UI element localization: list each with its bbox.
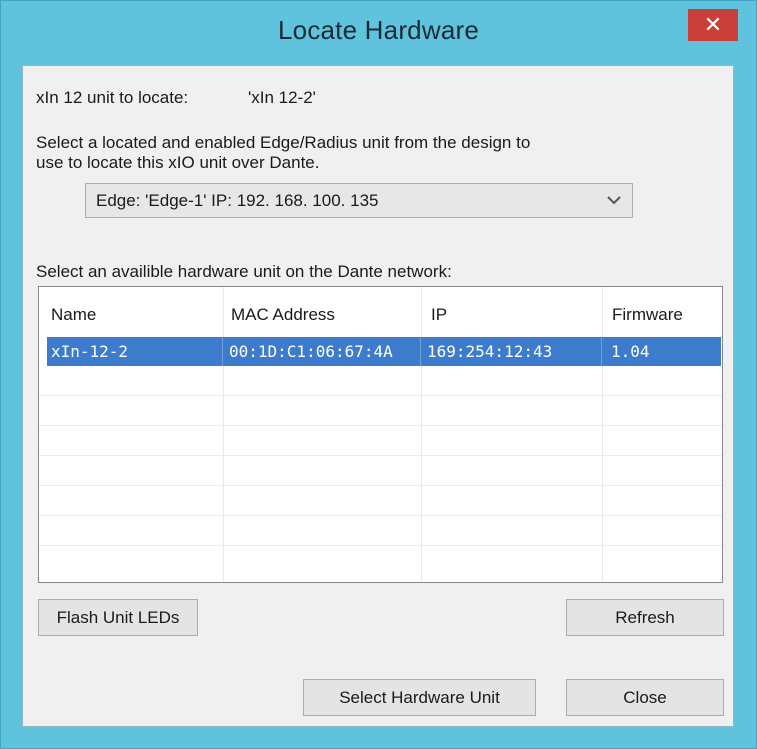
cell-divider: [420, 337, 421, 366]
row-divider: [39, 485, 722, 486]
instruction-line-2: use to locate this xIO unit over Dante.: [36, 153, 320, 172]
column-header-name[interactable]: Name: [51, 305, 96, 325]
cell-firmware: 1.04: [611, 342, 650, 361]
unit-to-locate-value: 'xIn 12-2': [248, 88, 316, 107]
hardware-list-label: Select an availible hardware unit on the…: [36, 262, 452, 281]
unit-to-locate-label: xIn 12 unit to locate:: [36, 88, 189, 107]
row-divider: [39, 545, 722, 546]
cell-divider: [222, 337, 223, 366]
chevron-down-icon[interactable]: [606, 192, 622, 208]
close-icon: ✕: [703, 12, 723, 37]
row-divider: [39, 395, 722, 396]
hardware-list[interactable]: Name MAC Address IP Firmware xIn-12-2 00…: [38, 286, 723, 583]
column-divider: [223, 287, 224, 582]
refresh-button[interactable]: Refresh: [566, 599, 724, 636]
column-divider: [602, 287, 603, 582]
column-header-mac-address[interactable]: MAC Address: [231, 305, 335, 325]
instruction-line-1: Select a located and enabled Edge/Radius…: [36, 133, 531, 152]
edge-unit-selected-value: Edge: 'Edge-1' IP: 192. 168. 100. 135: [96, 191, 379, 210]
window-close-button[interactable]: ✕: [688, 9, 738, 41]
flash-unit-leds-button[interactable]: Flash Unit LEDs: [38, 599, 198, 636]
column-divider: [421, 287, 422, 582]
cell-mac-address: 00:1D:C1:06:67:4A: [229, 342, 393, 361]
title-bar[interactable]: Locate Hardware ✕: [1, 1, 756, 63]
locate-hardware-window: Locate Hardware ✕ xIn 12 unit to locate:…: [0, 0, 757, 749]
row-divider: [39, 515, 722, 516]
edge-unit-select[interactable]: Edge: 'Edge-1' IP: 192. 168. 100. 135: [85, 183, 633, 218]
cell-name: xIn-12-2: [51, 342, 129, 361]
column-header-firmware[interactable]: Firmware: [612, 305, 683, 325]
column-header-ip[interactable]: IP: [431, 305, 447, 325]
row-divider: [39, 455, 722, 456]
window-title: Locate Hardware: [278, 15, 479, 45]
cell-ip: 169:254:12:43: [427, 342, 553, 361]
row-divider: [39, 425, 722, 426]
close-button[interactable]: Close: [566, 679, 724, 716]
cell-divider: [601, 337, 602, 366]
dialog-body: xIn 12 unit to locate: 'xIn 12-2' Select…: [22, 65, 734, 727]
select-hardware-unit-button[interactable]: Select Hardware Unit: [303, 679, 536, 716]
table-row[interactable]: xIn-12-2 00:1D:C1:06:67:4A 169:254:12:43…: [47, 337, 721, 366]
